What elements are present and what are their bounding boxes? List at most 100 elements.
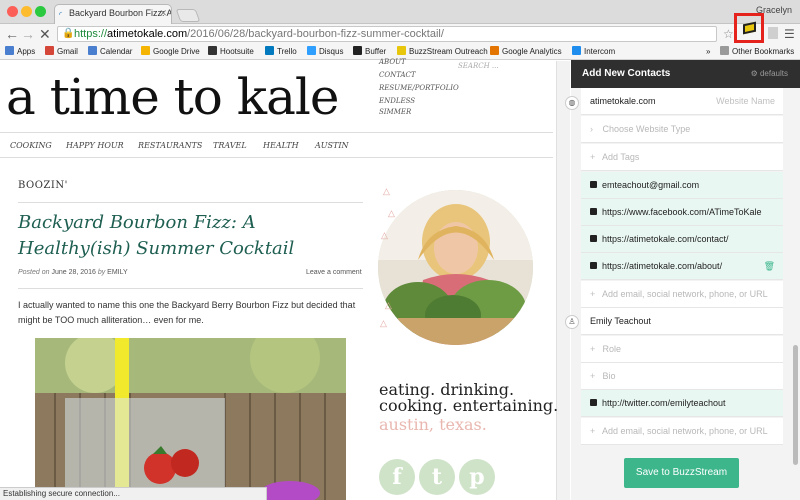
close-window-button[interactable] <box>7 6 18 17</box>
top-nav-link[interactable]: RESUME/PORTFOLIO <box>379 84 459 92</box>
bookmark-calendar[interactable]: Calendar <box>88 46 132 58</box>
extension-icon[interactable] <box>768 27 778 39</box>
about-url-field[interactable]: https://atimetokale.com/about/ 🗑 <box>581 253 783 280</box>
nav-link-happy-hour[interactable]: HAPPY HOUR <box>66 141 124 150</box>
bookmark-gmail[interactable]: Gmail <box>45 46 78 58</box>
loading-icon: ◜ <box>59 10 63 19</box>
bookmark-trello[interactable]: Trello <box>265 46 297 58</box>
nav-link-restaurants[interactable]: RESTAURANTS <box>138 141 202 150</box>
bookmark-label: Disqus <box>319 47 344 56</box>
bookmark-buffer[interactable]: Buffer <box>353 46 386 58</box>
stop-icon[interactable]: ✕ <box>39 25 51 43</box>
nav-link-cooking[interactable]: COOKING <box>10 141 52 150</box>
website-domain-field[interactable]: atimetokale.com Website Name <box>581 88 783 115</box>
plus-icon: + <box>590 344 596 354</box>
twitter-field[interactable]: http://twitter.com/emilyteachout <box>581 390 783 417</box>
pinterest-icon[interactable]: p <box>459 459 495 495</box>
zoom-window-button[interactable] <box>35 6 46 17</box>
bookmark-favicon-icon <box>45 46 54 55</box>
website-name-input[interactable]: Website Name <box>716 88 775 114</box>
bookmark-google-drive[interactable]: Google Drive <box>141 46 200 58</box>
browser-tab[interactable]: ◜ Backyard Bourbon Fizz: A H ✕ <box>54 4 172 24</box>
bookmark-intercom[interactable]: Intercom <box>572 46 615 58</box>
chevron-right-icon: › <box>590 124 593 134</box>
add-tags-input[interactable]: + Add Tags <box>581 144 783 171</box>
facebook-field[interactable]: https://www.facebook.com/ATimeToKale <box>581 199 783 226</box>
contact-url-field[interactable]: https://atimetokale.com/contact/ <box>581 226 783 253</box>
person-name: Emily Teachout <box>590 316 651 326</box>
bookmark-label: BuzzStream Outreach <box>409 47 488 56</box>
plus-icon: + <box>590 371 596 381</box>
bookmark-disqus[interactable]: Disqus <box>307 46 343 58</box>
category-heading[interactable]: BOOZIN' <box>18 180 68 191</box>
bookmark-label: Hootsuite <box>220 47 254 56</box>
cocktail-photo <box>35 338 346 500</box>
bookmark-google-analytics[interactable]: Google Analytics <box>490 46 562 58</box>
top-nav-link[interactable]: CONTACT <box>379 71 416 79</box>
tagline-city: austin, texas. <box>379 415 487 434</box>
bookmark-favicon-icon <box>208 46 217 55</box>
panel-scrollbar[interactable] <box>793 345 798 465</box>
role-input[interactable]: + Role <box>581 336 783 363</box>
search-input[interactable]: SEARCH ... <box>458 62 499 70</box>
twitter-icon[interactable]: t <box>419 459 455 495</box>
website-add-contact-input[interactable]: + Add email, social network, phone, or U… <box>581 281 783 308</box>
facebook-icon[interactable]: f <box>379 459 415 495</box>
bookmark-favicon-icon <box>265 46 274 55</box>
folder-icon <box>720 46 729 55</box>
save-to-buzzstream-button[interactable]: Save to BuzzStream <box>624 458 739 488</box>
back-icon[interactable]: ← <box>5 25 19 43</box>
info-icon <box>590 235 597 242</box>
person-name-field[interactable]: Emily Teachout <box>581 308 783 335</box>
email-icon <box>590 181 597 188</box>
website-type-select[interactable]: › Choose Website Type <box>581 116 783 143</box>
bookmark-label: Buffer <box>365 47 387 56</box>
new-tab-button[interactable] <box>175 9 201 22</box>
post-author[interactable]: EMILY <box>107 269 128 276</box>
minimize-window-button[interactable] <box>21 6 32 17</box>
bio-input[interactable]: + Bio <box>581 363 783 390</box>
browser-toolbar: ← → ✕ 🔒 https://atimetokale.com/2016/06/… <box>0 13 800 44</box>
menu-icon[interactable]: ☰ <box>784 26 795 42</box>
bookmark-apps[interactable]: Apps <box>5 46 35 58</box>
bookmark-favicon-icon <box>490 46 499 55</box>
close-tab-icon[interactable]: ✕ <box>159 8 167 19</box>
flag-icon <box>743 21 756 35</box>
email-field[interactable]: emteachout@gmail.com <box>581 172 783 199</box>
plus-icon: + <box>590 289 596 299</box>
website-type-placeholder: Choose Website Type <box>602 124 691 134</box>
bookmark-buzzstream-outreach[interactable]: BuzzStream Outreach <box>397 46 488 58</box>
trash-icon[interactable]: 🗑 <box>764 253 775 279</box>
post-title[interactable]: Backyard Bourbon Fizz: A Healthy(ish) Su… <box>18 210 363 262</box>
nav-link-austin[interactable]: AUSTIN <box>315 141 349 150</box>
bookmark-star-icon[interactable]: ☆ <box>723 26 734 42</box>
top-nav-link[interactable]: ENDLESS <box>379 97 415 105</box>
facebook-icon <box>590 208 597 215</box>
other-bookmarks-folder[interactable]: Other Bookmarks <box>720 46 794 58</box>
top-nav-link[interactable]: SIMMER <box>379 108 411 116</box>
posted-on-label: Posted on <box>18 269 50 276</box>
bookmark-label: Calendar <box>100 47 133 56</box>
lock-icon: 🔒 <box>62 28 75 39</box>
panel-header: Add New Contacts ⚙ defaults <box>571 60 800 88</box>
page-scrollbar[interactable] <box>556 61 570 500</box>
more-bookmarks-button[interactable]: » <box>706 46 710 58</box>
site-title[interactable]: a time to kale <box>6 68 339 126</box>
forward-icon[interactable]: → <box>21 25 35 43</box>
nav-link-travel[interactable]: TRAVEL <box>213 141 247 150</box>
person-add-contact-input[interactable]: + Add email, social network, phone, or U… <box>581 418 783 445</box>
url-path: /2016/06/28/backyard-bourbon-fizz-summer… <box>187 28 444 40</box>
buzzstream-extension-button[interactable] <box>734 13 764 43</box>
address-bar[interactable]: 🔒 https://atimetokale.com/2016/06/28/bac… <box>57 26 717 42</box>
status-bar: Establishing secure connection... <box>0 487 267 500</box>
bookmark-hootsuite[interactable]: Hootsuite <box>208 46 254 58</box>
nav-link-health[interactable]: HEALTH <box>263 141 299 150</box>
website-add-placeholder: Add email, social network, phone, or URL <box>602 289 768 299</box>
defaults-button[interactable]: ⚙ defaults <box>751 60 788 88</box>
bookmark-favicon-icon <box>88 46 97 55</box>
leave-comment-link[interactable]: Leave a comment <box>306 269 362 276</box>
top-nav-link[interactable]: ABOUT <box>379 58 406 66</box>
tagline-line-2: cooking. entertaining. <box>379 396 559 415</box>
divider <box>18 202 363 203</box>
post-date[interactable]: June 28, 2016 <box>51 269 95 276</box>
